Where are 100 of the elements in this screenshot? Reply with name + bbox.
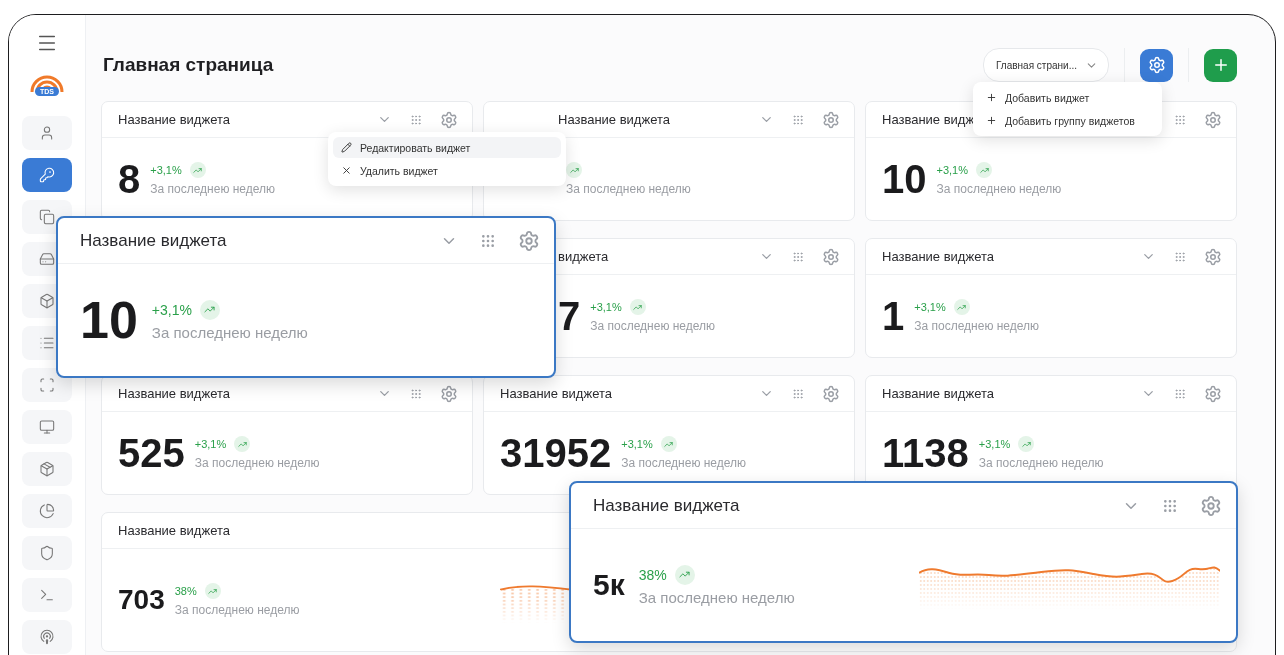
drag-handle-icon[interactable] bbox=[410, 113, 422, 126]
trend-up-icon bbox=[566, 162, 582, 178]
package-icon bbox=[39, 461, 55, 477]
widget-value: 10 bbox=[882, 159, 927, 199]
widget-value: 10 bbox=[80, 294, 138, 346]
drag-handle-icon[interactable] bbox=[792, 387, 804, 400]
drag-handle-icon[interactable] bbox=[1174, 250, 1186, 263]
settings-icon[interactable] bbox=[1200, 494, 1222, 517]
change-percent: +3,1% bbox=[914, 301, 946, 313]
change-percent: +3,1% bbox=[590, 301, 622, 313]
sidebar-item[interactable] bbox=[22, 116, 72, 150]
widget-title: Название виджета bbox=[558, 112, 670, 127]
pencil-icon bbox=[341, 142, 352, 153]
user-icon bbox=[39, 125, 55, 141]
trend-up-icon bbox=[674, 564, 695, 585]
widget-title: Название виджета bbox=[80, 230, 227, 251]
widget-subtitle: За последнею неделю bbox=[590, 319, 716, 333]
sidebar-item[interactable] bbox=[22, 368, 72, 402]
list-icon bbox=[39, 335, 55, 351]
widget-subtitle: За последнею неделю bbox=[174, 603, 300, 617]
trend-up-icon bbox=[976, 162, 992, 178]
settings-icon[interactable] bbox=[822, 110, 840, 129]
trend-up-icon bbox=[199, 299, 220, 320]
widget-subtitle: За последнею неделю bbox=[638, 588, 795, 606]
pie-chart-icon bbox=[39, 503, 55, 519]
drag-handle-icon[interactable] bbox=[480, 232, 496, 249]
sidebar-item[interactable] bbox=[22, 452, 72, 486]
widget-subtitle: За последнею неделю bbox=[978, 456, 1104, 470]
menu-item[interactable]: Редактировать виджет bbox=[333, 137, 561, 158]
widget-value: 703 bbox=[118, 586, 165, 614]
add-button[interactable] bbox=[1204, 48, 1237, 82]
change-percent: +3,1% bbox=[151, 301, 192, 318]
widget-title: Название виджета bbox=[118, 523, 230, 538]
drag-handle-icon[interactable] bbox=[1174, 387, 1186, 400]
settings-icon[interactable] bbox=[822, 247, 840, 266]
change-percent: +3,1% bbox=[936, 164, 968, 176]
scan-icon bbox=[39, 377, 55, 393]
settings-icon[interactable] bbox=[822, 384, 840, 403]
key-icon bbox=[39, 167, 55, 183]
plus-icon bbox=[986, 115, 997, 126]
drag-handle-icon[interactable] bbox=[792, 113, 804, 126]
sidebar-item[interactable] bbox=[22, 620, 72, 654]
page-select[interactable]: Главная страни... bbox=[983, 48, 1109, 82]
trend-up-icon bbox=[204, 583, 221, 599]
drag-handle-icon[interactable] bbox=[410, 387, 422, 400]
widget-title: Название виджета bbox=[500, 386, 612, 401]
drag-handle-icon[interactable] bbox=[1174, 113, 1186, 126]
plus-icon bbox=[986, 92, 997, 103]
settings-button[interactable] bbox=[1140, 48, 1173, 82]
settings-icon[interactable] bbox=[518, 229, 540, 252]
shield-icon bbox=[39, 545, 55, 561]
settings-icon[interactable] bbox=[440, 384, 458, 403]
settings-icon[interactable] bbox=[1204, 110, 1222, 129]
copy-icon bbox=[39, 209, 55, 225]
widget-title: Название виджета bbox=[118, 386, 230, 401]
widget-title: Название виджета bbox=[882, 249, 994, 264]
widget-subtitle: За последнею неделю bbox=[566, 182, 691, 196]
widget-title: Название виджета bbox=[593, 495, 740, 516]
widget-value: 1 bbox=[882, 296, 905, 336]
change-percent: +3,1% bbox=[621, 438, 653, 450]
widget-subtitle: За последнею неделю bbox=[151, 323, 308, 341]
widget-title: виджета bbox=[558, 249, 609, 264]
drag-handle-icon[interactable] bbox=[792, 250, 804, 263]
sidebar-item[interactable] bbox=[22, 536, 72, 570]
settings-icon[interactable] bbox=[1204, 247, 1222, 266]
settings-icon[interactable] bbox=[1204, 384, 1222, 403]
terminal-icon bbox=[39, 587, 55, 603]
change-percent: +3,1% bbox=[194, 438, 227, 450]
menu-item[interactable]: Добавить группу виджетов bbox=[978, 110, 1157, 131]
trend-up-icon bbox=[629, 299, 646, 315]
monitor-icon bbox=[39, 419, 55, 435]
widget-value: 1138 bbox=[882, 433, 969, 473]
trend-up-icon bbox=[660, 436, 677, 452]
drag-handle-icon[interactable] bbox=[1162, 497, 1178, 514]
hard-drive-icon bbox=[39, 251, 55, 267]
widget-title: Название виджета bbox=[882, 386, 994, 401]
change-percent: 38% bbox=[174, 585, 197, 597]
change-percent: +3,1% bbox=[978, 438, 1011, 450]
widget-subtitle: За последнею неделю bbox=[150, 182, 276, 196]
widget-value: 8 bbox=[118, 159, 141, 199]
sidebar-item[interactable] bbox=[22, 494, 72, 528]
trend-up-icon bbox=[234, 436, 251, 452]
change-percent: +3,1% bbox=[150, 164, 182, 176]
sidebar-item[interactable] bbox=[22, 158, 72, 192]
widget-subtitle: За последнею неделю bbox=[621, 456, 747, 470]
widget-value: 525 bbox=[118, 433, 185, 473]
settings-icon[interactable] bbox=[440, 110, 458, 129]
widget-value: 5к bbox=[593, 570, 625, 600]
widget-value: 31952 bbox=[500, 433, 612, 473]
widget-title: Название виджета bbox=[118, 112, 230, 127]
sidebar-item[interactable] bbox=[22, 410, 72, 444]
menu-item[interactable]: Удалить виджет bbox=[333, 160, 561, 181]
widget-subtitle: За последнею неделю bbox=[914, 319, 1040, 333]
widget-value: 7 bbox=[558, 296, 581, 336]
cube-icon bbox=[39, 293, 55, 309]
widget-subtitle: За последнею неделю bbox=[194, 456, 320, 470]
widget-subtitle: За последнею неделю bbox=[936, 182, 1062, 196]
menu-item[interactable]: Добавить виджет bbox=[978, 87, 1157, 108]
trend-up-icon bbox=[189, 162, 206, 178]
trend-up-icon bbox=[1018, 436, 1035, 452]
